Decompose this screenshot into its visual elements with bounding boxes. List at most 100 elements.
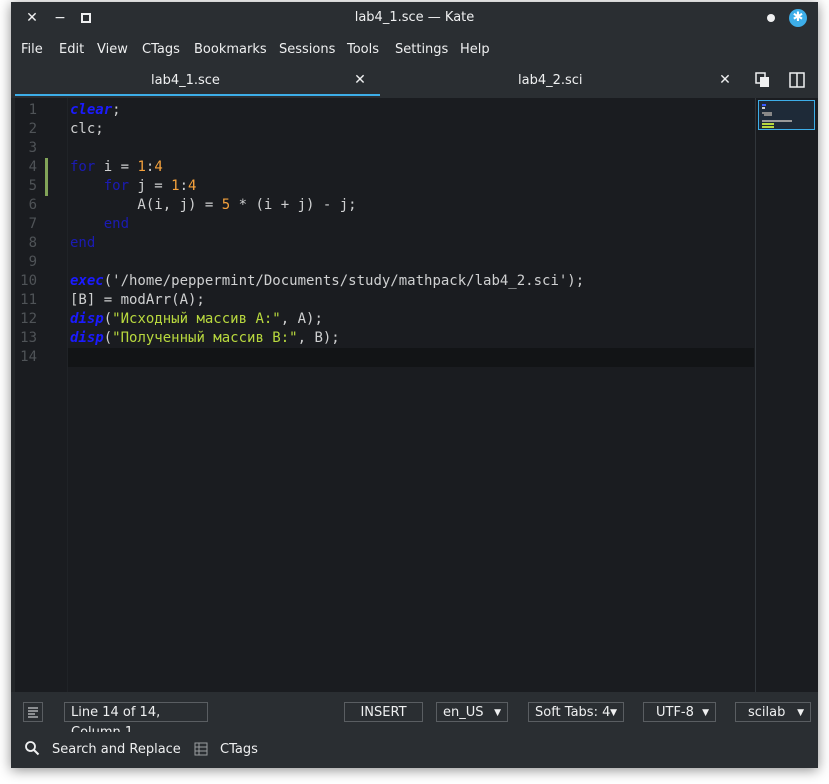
code-token: "Полученный массив B:" bbox=[112, 330, 298, 346]
line-number: 14 bbox=[20, 349, 37, 365]
menu-settings[interactable]: Settings bbox=[395, 42, 448, 57]
line-number: 7 bbox=[28, 216, 37, 232]
menu-edit[interactable]: Edit bbox=[59, 42, 84, 57]
code-token: clear bbox=[70, 102, 113, 118]
toolview-bar: Search and Replace CTags bbox=[11, 732, 818, 768]
line-number: 10 bbox=[20, 273, 37, 289]
code-line[interactable]: exec('/home/peppermint/Documents/study/m… bbox=[70, 272, 584, 291]
code-token: i = bbox=[95, 159, 138, 175]
code-token: j = bbox=[129, 178, 172, 194]
encoding-select[interactable]: UTF-8 ▼ bbox=[643, 702, 716, 722]
code-line[interactable]: clc; bbox=[70, 120, 104, 139]
code-line[interactable]: [B] = modArr(A); bbox=[70, 291, 205, 310]
syntax-mode-select[interactable]: scilab ▼ bbox=[735, 702, 811, 722]
code-token: 1 bbox=[137, 159, 146, 175]
code-token: ( bbox=[103, 330, 113, 346]
indentation-select[interactable]: Soft Tabs: 4 ▼ bbox=[528, 702, 624, 722]
minimap[interactable] bbox=[755, 98, 818, 692]
chevron-down-icon: ▼ bbox=[702, 708, 709, 718]
menu-view[interactable]: View bbox=[97, 42, 128, 57]
ctags-icon bbox=[194, 741, 208, 760]
code-line[interactable]: A(i, j) = 5 * (i + j) - j; bbox=[70, 196, 357, 215]
input-mode-button[interactable]: INSERT bbox=[344, 702, 423, 722]
line-number: 12 bbox=[20, 311, 37, 327]
line-number: 1 bbox=[28, 102, 37, 118]
tab-lab4-1-sce[interactable]: lab4_1.sce ✕ bbox=[15, 66, 380, 96]
chevron-down-icon: ▼ bbox=[610, 708, 617, 718]
active-tab-indicator bbox=[15, 94, 380, 96]
code-line[interactable]: end bbox=[70, 234, 95, 253]
search-and-replace-toolview[interactable]: Search and Replace bbox=[52, 742, 181, 757]
line-number: 11 bbox=[20, 292, 37, 308]
code-line[interactable]: clear; bbox=[70, 101, 121, 120]
line-number: 9 bbox=[28, 254, 37, 270]
code-token: A(i, j) = bbox=[70, 197, 222, 213]
code-line[interactable]: disp("Полученный массив B:", B); bbox=[70, 329, 340, 348]
keep-above-icon[interactable] bbox=[767, 14, 775, 22]
menu-file[interactable]: File bbox=[21, 42, 43, 57]
status-bar: Line 14 of 14, Column 1 INSERT en_US ▼ So… bbox=[11, 692, 818, 740]
menu-bar: File Edit View CTags Bookmarks Sessions … bbox=[11, 34, 818, 66]
menu-ctags[interactable]: CTags bbox=[142, 42, 180, 57]
code-token: , B); bbox=[297, 330, 340, 346]
documents-icon[interactable] bbox=[753, 72, 773, 92]
code-token: for bbox=[103, 178, 130, 194]
code-token: 4 bbox=[154, 159, 163, 175]
tab-label: lab4_2.sci bbox=[518, 73, 583, 88]
close-tab-icon[interactable]: ✕ bbox=[352, 71, 368, 89]
code-token: 5 bbox=[221, 197, 231, 213]
chevron-down-icon: ▼ bbox=[494, 708, 501, 718]
split-view-icon[interactable] bbox=[787, 72, 807, 92]
code-token: "Исходный массив A:" bbox=[112, 311, 281, 327]
code-token: clc; bbox=[70, 121, 104, 137]
minimap-viewport[interactable] bbox=[758, 100, 815, 130]
tab-label: lab4_1.sce bbox=[151, 73, 220, 88]
syntax-label: scilab bbox=[748, 705, 786, 720]
line-number: 13 bbox=[20, 330, 37, 346]
editor-view[interactable]: 1 2 3 4 5 6 7 8 9 10 11 12 13 14 clear; clc; for i = 1:… bbox=[15, 98, 755, 692]
code-token: end bbox=[103, 216, 130, 232]
menu-bookmarks[interactable]: Bookmarks bbox=[194, 42, 267, 57]
menu-sessions[interactable]: Sessions bbox=[279, 42, 335, 57]
dictionary-select[interactable]: en_US ▼ bbox=[436, 702, 508, 722]
code-token: ('/home/peppermint/Documents/study/mathp… bbox=[103, 273, 585, 289]
line-number: 2 bbox=[28, 121, 37, 137]
kde-menu-icon[interactable]: ✱ bbox=[789, 9, 807, 27]
dictionary-label: en_US bbox=[443, 705, 484, 720]
menu-tools[interactable]: Tools bbox=[347, 42, 379, 57]
code-token: for bbox=[70, 159, 96, 175]
code-line[interactable]: for j = 1:4 bbox=[70, 177, 197, 196]
modified-line-marker bbox=[45, 158, 48, 177]
indentation-label: Soft Tabs: 4 bbox=[535, 705, 611, 720]
code-line[interactable]: disp("Исходный массив A:", A); bbox=[70, 310, 323, 329]
code-token: * (i + j) - j; bbox=[230, 197, 357, 213]
line-number-gutter: 1 2 3 4 5 6 7 8 9 10 11 12 13 14 bbox=[15, 98, 68, 692]
ctags-toolview[interactable]: CTags bbox=[220, 742, 258, 757]
cursor-position-button[interactable]: Line 14 of 14, Column 1 bbox=[64, 702, 208, 740]
code-token: disp bbox=[70, 330, 104, 346]
tab-lab4-2-sci[interactable]: lab4_2.sci ✕ bbox=[380, 66, 745, 96]
encoding-label: UTF-8 bbox=[656, 705, 694, 720]
code-token: 4 bbox=[188, 178, 197, 194]
menu-help[interactable]: Help bbox=[460, 42, 490, 57]
code-line[interactable]: end bbox=[70, 215, 129, 234]
title-bar: ✕ − lab4_1.sce — Kate ✱ bbox=[11, 2, 818, 34]
code-token: end bbox=[70, 235, 96, 251]
code-token: [B] = modArr(A); bbox=[70, 292, 205, 308]
close-tab-icon[interactable]: ✕ bbox=[717, 71, 733, 89]
current-line-highlight bbox=[68, 348, 754, 367]
code-line[interactable]: for i = 1:4 bbox=[70, 158, 163, 177]
code-token: 1 bbox=[171, 178, 180, 194]
window-title: lab4_1.sce — Kate bbox=[354, 10, 475, 25]
code-token: exec bbox=[70, 273, 104, 289]
search-icon bbox=[24, 740, 40, 760]
line-number: 8 bbox=[28, 235, 37, 251]
line-number: 6 bbox=[28, 197, 37, 213]
document-list-icon[interactable] bbox=[23, 702, 43, 722]
code-token: disp bbox=[70, 311, 104, 327]
modified-line-marker bbox=[45, 177, 48, 196]
code-token: : bbox=[179, 178, 189, 194]
code-token: ( bbox=[103, 311, 113, 327]
